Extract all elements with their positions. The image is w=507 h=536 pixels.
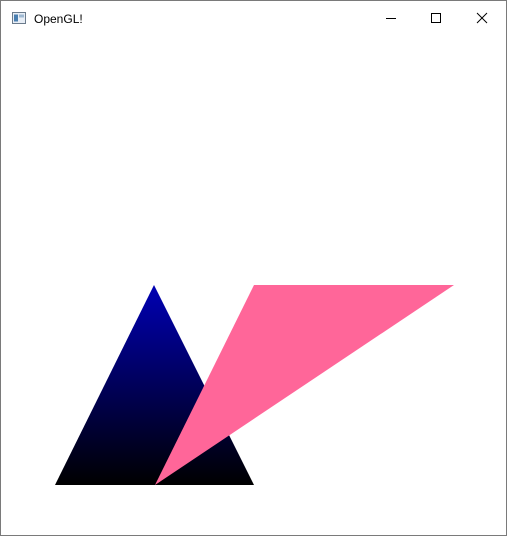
close-button[interactable] <box>459 1 505 35</box>
title-bar[interactable]: OpenGL! <box>1 1 506 35</box>
maximize-button[interactable] <box>413 1 459 35</box>
window-app-icon[interactable] <box>12 11 26 24</box>
minimize-button[interactable] <box>368 1 414 35</box>
window-title: OpenGL! <box>34 12 83 26</box>
minimize-icon <box>386 18 396 19</box>
render-canvas <box>55 285 454 485</box>
opengl-render-area[interactable] <box>5 35 503 531</box>
maximize-icon <box>431 13 441 23</box>
close-icon <box>476 12 488 24</box>
opengl-window: OpenGL! <box>0 0 507 536</box>
